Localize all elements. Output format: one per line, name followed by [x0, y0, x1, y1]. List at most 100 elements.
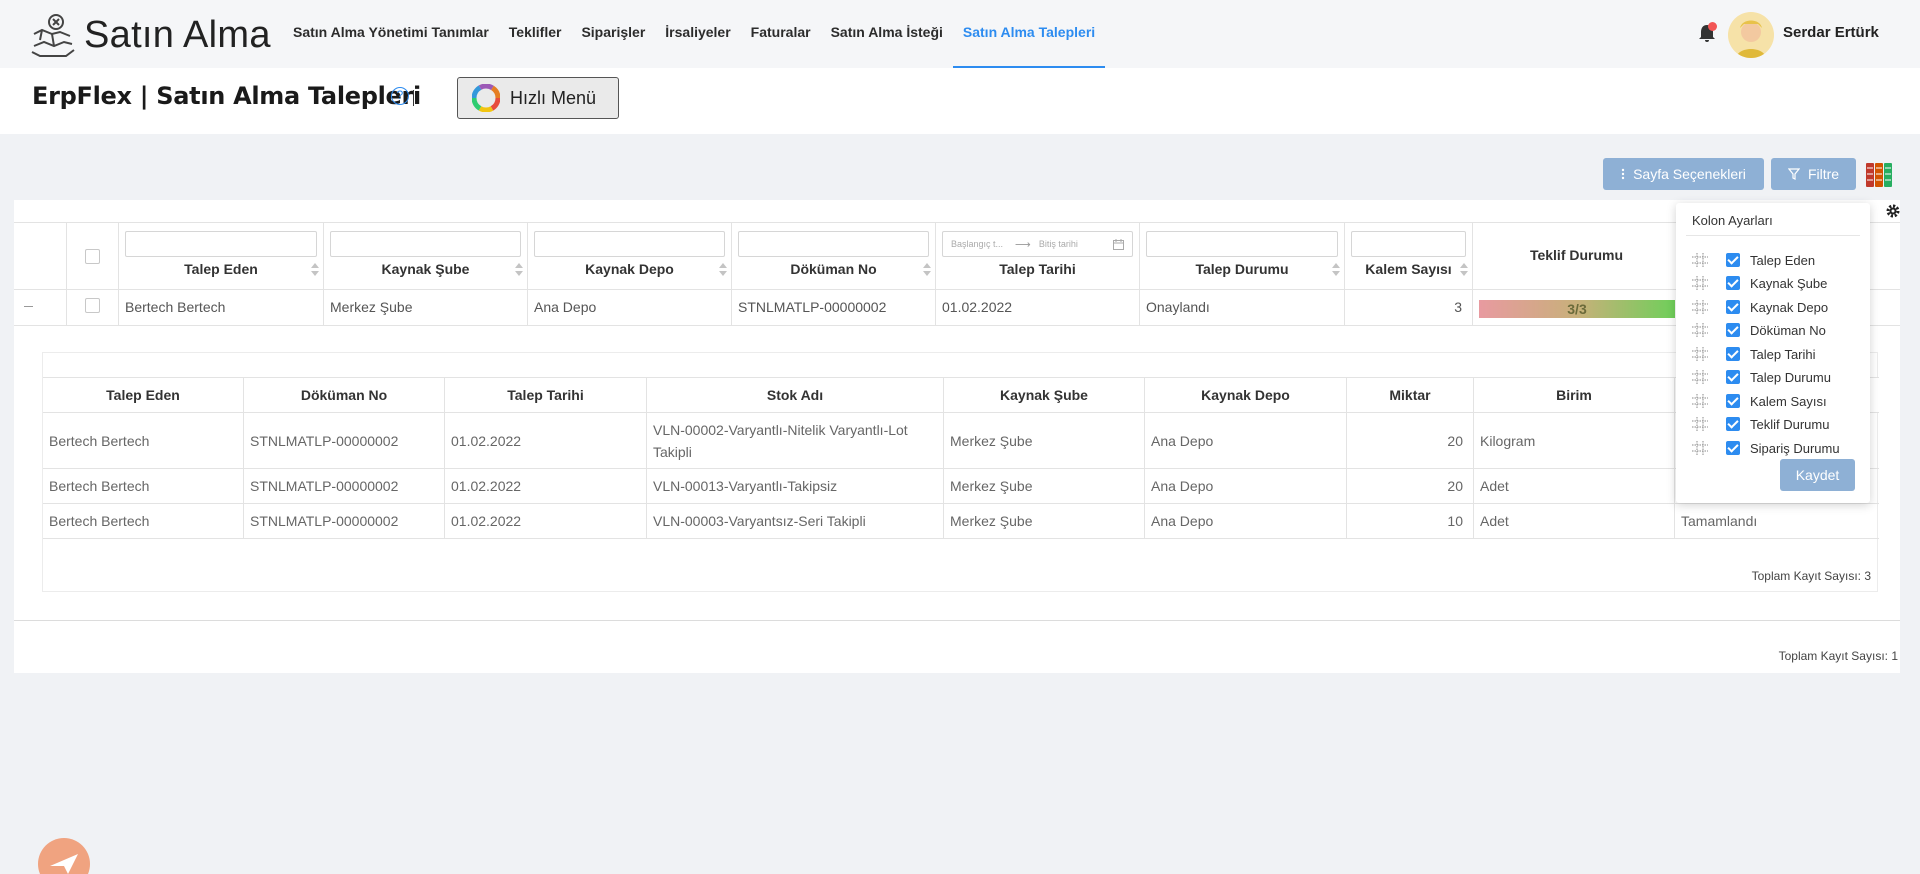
filter-talep-eden-input[interactable]: [125, 231, 317, 257]
select-all-header: [67, 223, 119, 289]
drag-handle-icon[interactable]: [1692, 394, 1708, 408]
drag-handle-icon[interactable]: [1692, 417, 1708, 431]
teklif-progress-bar: 3/3: [1479, 300, 1675, 318]
column-setting-kaynak-depo[interactable]: Kaynak Depo: [1692, 297, 1862, 317]
drag-handle-icon[interactable]: [1692, 300, 1708, 314]
sort-icon[interactable]: [1332, 263, 1340, 279]
cell: Bertech Bertech: [43, 504, 244, 538]
expand-cell[interactable]: [14, 290, 67, 325]
column-setting-siparis-durumu[interactable]: Sipariş Durumu: [1692, 438, 1862, 458]
nav-item-irsaliyeler[interactable]: İrsaliyeler: [655, 0, 740, 68]
nav-item-siparisler[interactable]: Siparişler: [571, 0, 655, 68]
checkbox-checked[interactable]: [1726, 323, 1740, 337]
collapse-icon[interactable]: [24, 306, 33, 307]
drag-handle-icon[interactable]: [1692, 347, 1708, 361]
table-row[interactable]: Bertech Bertech STNLMATLP-00000002 01.02…: [43, 469, 1879, 504]
column-setting-kaynak-sube[interactable]: Kaynak Şube: [1692, 273, 1862, 293]
nav-item-satin-alma-talepleri[interactable]: Satın Alma Talepleri: [952, 0, 1106, 68]
col-teklif-durumu[interactable]: Teklif Durumu: [1473, 223, 1680, 289]
col-label: Talep Tarihi: [999, 261, 1076, 277]
app-logo[interactable]: Satın Alma: [30, 12, 271, 58]
notification-bell-icon[interactable]: [1698, 22, 1717, 44]
drag-handle-icon[interactable]: [1692, 370, 1708, 384]
col-talep-durumu[interactable]: Talep Durumu: [1140, 223, 1345, 289]
help-icon[interactable]: ?: [391, 87, 409, 105]
col-kalem-sayisi[interactable]: Kalem Sayısı: [1345, 223, 1473, 289]
detail-col-birim[interactable]: Birim: [1474, 378, 1675, 412]
filter-kalem-sayisi-input[interactable]: [1351, 231, 1466, 257]
column-setting-talep-durumu[interactable]: Talep Durumu: [1692, 367, 1862, 387]
filter-button[interactable]: Filtre: [1771, 158, 1856, 190]
row-checkbox[interactable]: [85, 298, 100, 313]
cell: 01.02.2022: [445, 413, 647, 468]
col-talep-tarihi[interactable]: Başlangıç t... ⟶ Bitiş tarihi Talep Tari…: [936, 223, 1140, 289]
export-icon[interactable]: [1864, 160, 1894, 190]
detail-col-talep-eden[interactable]: Talep Eden: [43, 378, 244, 412]
table-row[interactable]: Bertech Bertech STNLMATLP-00000002 01.02…: [43, 504, 1879, 539]
page-options-button[interactable]: Sayfa Seçenekleri: [1603, 158, 1764, 190]
sort-icon[interactable]: [1460, 263, 1468, 279]
drag-handle-icon[interactable]: [1692, 323, 1708, 337]
checkbox-checked[interactable]: [1726, 441, 1740, 455]
date-range-picker[interactable]: Başlangıç t... ⟶ Bitiş tarihi: [942, 231, 1133, 257]
column-setting-dokuman-no[interactable]: Döküman No: [1692, 320, 1862, 340]
drag-handle-icon[interactable]: [1692, 276, 1708, 290]
cell-talep-durumu: Onaylandı: [1140, 290, 1345, 325]
user-name[interactable]: Serdar Ertürk: [1783, 24, 1879, 41]
table-row[interactable]: Bertech Bertech STNLMATLP-00000002 01.02…: [43, 413, 1879, 469]
col-kaynak-sube[interactable]: Kaynak Şube: [324, 223, 528, 289]
table-row[interactable]: Bertech Bertech Merkez Şube Ana Depo STN…: [14, 290, 1900, 326]
checkbox-checked[interactable]: [1726, 370, 1740, 384]
column-setting-talep-tarihi[interactable]: Talep Tarihi: [1692, 344, 1862, 364]
detail-col-talep-tarihi[interactable]: Talep Tarihi: [445, 378, 647, 412]
checkbox-checked[interactable]: [1726, 347, 1740, 361]
filter-dokuman-no-input[interactable]: [738, 231, 929, 257]
checkbox-checked[interactable]: [1726, 276, 1740, 290]
filter-talep-durumu-input[interactable]: [1146, 231, 1338, 257]
checkbox-checked[interactable]: [1726, 394, 1740, 408]
send-fab[interactable]: [38, 838, 90, 874]
col-dokuman-no[interactable]: Döküman No: [732, 223, 936, 289]
drag-handle-icon[interactable]: [1692, 253, 1708, 267]
notification-badge: [1708, 22, 1717, 31]
sort-icon[interactable]: [923, 263, 931, 279]
col-label: Teklif Durumu: [1529, 247, 1624, 263]
checkbox-checked[interactable]: [1726, 417, 1740, 431]
gear-icon[interactable]: [1885, 203, 1901, 219]
column-setting-teklif-durumu[interactable]: Teklif Durumu: [1692, 414, 1862, 434]
cell: 20: [1347, 413, 1474, 468]
page-options-label: Sayfa Seçenekleri: [1633, 166, 1746, 182]
nav-item-satin-alma-istegi[interactable]: Satın Alma İsteği: [821, 0, 953, 68]
cell-kaynak-depo: Ana Depo: [528, 290, 732, 325]
detail-col-dokuman-no[interactable]: Döküman No: [244, 378, 445, 412]
col-kaynak-depo[interactable]: Kaynak Depo: [528, 223, 732, 289]
column-setting-label: Kalem Sayısı: [1750, 393, 1827, 409]
detail-col-kaynak-sube[interactable]: Kaynak Şube: [944, 378, 1145, 412]
avatar[interactable]: [1728, 12, 1774, 58]
col-talep-eden[interactable]: Talep Eden: [119, 223, 324, 289]
nav-item-faturalar[interactable]: Faturalar: [741, 0, 821, 68]
quick-menu-button[interactable]: Hızlı Menü: [457, 77, 619, 119]
detail-col-miktar[interactable]: Miktar: [1347, 378, 1474, 412]
main-nav: Satın Alma Yönetimi Tanımlar Teklifler S…: [283, 0, 1106, 68]
nav-item-tanimlar[interactable]: Satın Alma Yönetimi Tanımlar: [283, 0, 499, 68]
sort-icon[interactable]: [311, 263, 319, 279]
save-button[interactable]: Kaydet: [1780, 459, 1855, 491]
calendar-icon: [1113, 239, 1124, 250]
detail-col-kaynak-depo[interactable]: Kaynak Depo: [1145, 378, 1347, 412]
handshake-logo-icon: [31, 14, 75, 57]
detail-col-stok-adi[interactable]: Stok Adı: [647, 378, 944, 412]
vertical-dots-icon: [1621, 168, 1625, 180]
drag-handle-icon[interactable]: [1692, 441, 1708, 455]
filter-kaynak-depo-input[interactable]: [534, 231, 725, 257]
filter-kaynak-sube-input[interactable]: [330, 231, 521, 257]
select-all-checkbox[interactable]: [85, 249, 100, 264]
column-setting-kalem-sayisi[interactable]: Kalem Sayısı: [1692, 391, 1862, 411]
nav-item-teklifler[interactable]: Teklifler: [499, 0, 572, 68]
column-setting-talep-eden[interactable]: Talep Eden: [1692, 250, 1862, 270]
sort-icon[interactable]: [719, 263, 727, 279]
checkbox-checked[interactable]: [1726, 253, 1740, 267]
sort-icon[interactable]: [515, 263, 523, 279]
checkbox-checked[interactable]: [1726, 300, 1740, 314]
grid-header: Talep Eden Kaynak Şube Kaynak Depo Döküm…: [14, 222, 1900, 290]
